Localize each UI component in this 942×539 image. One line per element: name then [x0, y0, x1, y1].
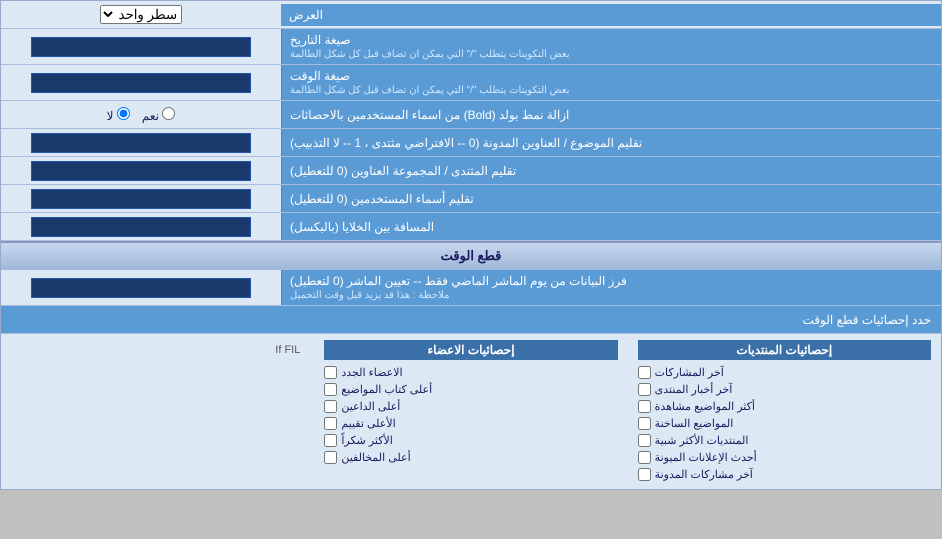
- forum-order-input[interactable]: 33: [31, 161, 251, 181]
- col-extra: If FIL: [11, 340, 304, 483]
- list-item: المنتديات الأكثر شبية: [638, 432, 931, 449]
- checkbox-blog-posts[interactable]: [638, 468, 651, 481]
- col-members: إحصائيات الاعضاء الاعضاء الجدد أعلى كتاب…: [324, 340, 617, 483]
- topics-order-input-container: 33: [1, 129, 281, 156]
- usernames-trim-input[interactable]: 0: [31, 189, 251, 209]
- time-format-input[interactable]: H:i: [31, 73, 251, 93]
- topics-order-row: تقليم الموضوع / العناوين المدونة (0 -- ا…: [1, 129, 941, 157]
- checkboxes-area: إحصائيات المنتديات آخر المشاركات آخر أخب…: [1, 334, 941, 489]
- col-forums: إحصائيات المنتديات آخر المشاركات آخر أخب…: [638, 340, 931, 483]
- radio-yes-label: نعم: [142, 107, 175, 123]
- date-format-label: صيغة التاريخ بعض التكوينات يتطلب "/" الت…: [281, 29, 941, 64]
- usernames-trim-input-container: 0: [1, 185, 281, 212]
- checkbox-top-topic-writers[interactable]: [324, 383, 337, 396]
- checkbox-most-similar[interactable]: [638, 434, 651, 447]
- checkbox-most-thanked[interactable]: [324, 434, 337, 447]
- checkbox-hot-topics[interactable]: [638, 417, 651, 430]
- radio-no[interactable]: [117, 107, 130, 120]
- radio-yes[interactable]: [162, 107, 175, 120]
- bold-remove-label: ازالة نمط بولد (Bold) من اسماء المستخدمي…: [281, 101, 941, 128]
- extra-label: If FIL: [11, 340, 304, 360]
- radio-no-label: لا: [107, 107, 130, 123]
- display-select-container: سطر واحد سطرين ثلاثة أسطر: [1, 3, 281, 26]
- list-item: آخر المشاركات: [638, 364, 931, 381]
- cells-spacing-input-container: 2: [1, 213, 281, 240]
- checkbox-top-rated[interactable]: [324, 417, 337, 430]
- main-container: العرض سطر واحد سطرين ثلاثة أسطر صيغة الت…: [0, 0, 942, 490]
- list-item: أعلى كتاب المواضيع: [324, 381, 617, 398]
- cutoff-value-input-container: 0: [1, 270, 281, 305]
- apply-stats-row: حدد إحصائيات قطع الوقت: [1, 306, 941, 334]
- forum-order-row: تقليم المثتدى / المجموعة العناوين (0 للت…: [1, 157, 941, 185]
- checkbox-forum-news[interactable]: [638, 383, 651, 396]
- col-members-header: إحصائيات الاعضاء: [324, 340, 617, 360]
- list-item: أعلى المخالفين: [324, 449, 617, 466]
- checkbox-latest-posts[interactable]: [638, 366, 651, 379]
- list-item: الاعضاء الجدد: [324, 364, 617, 381]
- cutoff-value-input[interactable]: 0: [31, 278, 251, 298]
- list-item: الأكثر شكراً: [324, 432, 617, 449]
- usernames-trim-row: تقليم أسماء المستخدمين (0 للتعطيل) 0: [1, 185, 941, 213]
- col-forums-header: إحصائيات المنتديات: [638, 340, 931, 360]
- bold-remove-radio-container: نعم لا: [1, 101, 281, 128]
- date-format-input-container: d-m: [1, 29, 281, 64]
- forum-order-input-container: 33: [1, 157, 281, 184]
- checkbox-top-callers[interactable]: [324, 400, 337, 413]
- display-row: العرض سطر واحد سطرين ثلاثة أسطر: [1, 1, 941, 29]
- forum-order-label: تقليم المثتدى / المجموعة العناوين (0 للت…: [281, 157, 941, 184]
- cells-spacing-input[interactable]: 2: [31, 217, 251, 237]
- bold-remove-row: ازالة نمط بولد (Bold) من اسماء المستخدمي…: [1, 101, 941, 129]
- list-item: أحدث الإعلانات الميونة: [638, 449, 931, 466]
- display-label: العرض: [281, 4, 941, 26]
- list-item: الأعلى تقييم: [324, 415, 617, 432]
- checkbox-top-violators[interactable]: [324, 451, 337, 464]
- list-item: أكثر المواضيع مشاهدة: [638, 398, 931, 415]
- topics-order-label: تقليم الموضوع / العناوين المدونة (0 -- ا…: [281, 129, 941, 156]
- checkbox-latest-announcements[interactable]: [638, 451, 651, 464]
- checkbox-new-members[interactable]: [324, 366, 337, 379]
- list-item: آخر أخبار المنتدى: [638, 381, 931, 398]
- cells-spacing-row: المسافة بين الخلايا (بالبكسل) 2: [1, 213, 941, 241]
- checkboxes-grid: إحصائيات المنتديات آخر المشاركات آخر أخب…: [11, 340, 931, 483]
- cutoff-value-row: فرز البيانات من يوم الماشر الماضي فقط --…: [1, 270, 941, 306]
- topics-order-input[interactable]: 33: [31, 133, 251, 153]
- apply-stats-label: حدد إحصائيات قطع الوقت: [11, 313, 931, 327]
- date-format-row: صيغة التاريخ بعض التكوينات يتطلب "/" الت…: [1, 29, 941, 65]
- date-format-input[interactable]: d-m: [31, 37, 251, 57]
- cells-spacing-label: المسافة بين الخلايا (بالبكسل): [281, 213, 941, 240]
- list-item: آخر مشاركات المدونة: [638, 466, 931, 483]
- list-item: أعلى الداعين: [324, 398, 617, 415]
- checkbox-most-viewed[interactable]: [638, 400, 651, 413]
- time-format-row: صيغة الوقت بعض التكوينات يتطلب "/" التي …: [1, 65, 941, 101]
- time-format-input-container: H:i: [1, 65, 281, 100]
- time-format-label: صيغة الوقت بعض التكوينات يتطلب "/" التي …: [281, 65, 941, 100]
- usernames-trim-label: تقليم أسماء المستخدمين (0 للتعطيل): [281, 185, 941, 212]
- cutoff-value-label: فرز البيانات من يوم الماشر الماضي فقط --…: [281, 270, 941, 305]
- list-item: المواضيع الساخنة: [638, 415, 931, 432]
- cutoff-header: قطع الوقت: [1, 241, 941, 270]
- display-select[interactable]: سطر واحد سطرين ثلاثة أسطر: [100, 5, 182, 24]
